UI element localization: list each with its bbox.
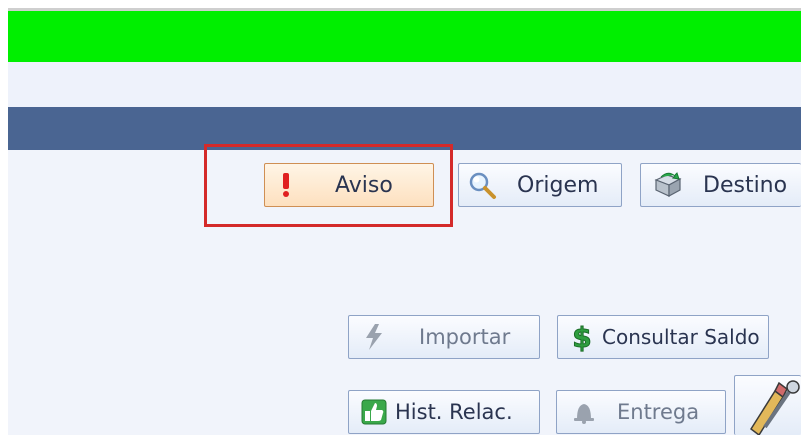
hist-relac-button[interactable]: Hist. Relac.	[348, 390, 540, 434]
importar-button[interactable]: Importar	[348, 315, 540, 359]
window-top-edge	[0, 0, 801, 8]
dollar-icon: $	[570, 322, 594, 352]
consultar-saldo-label: Consultar Saldo	[602, 325, 760, 349]
importar-label: Importar	[419, 325, 511, 349]
page: Aviso Origem Destino Importar $ Consulta…	[0, 0, 801, 435]
lightning-icon	[363, 323, 385, 351]
hist-relac-label: Hist. Relac.	[395, 400, 513, 424]
magnifier-icon	[467, 170, 497, 200]
exclamation-icon	[279, 172, 293, 198]
consultar-saldo-button[interactable]: $ Consultar Saldo	[557, 315, 769, 359]
entrega-label: Entrega	[617, 400, 700, 424]
map-arrow-icon	[653, 170, 683, 200]
header-band	[8, 62, 801, 107]
origem-button[interactable]: Origem	[458, 163, 622, 207]
window-left-edge	[0, 0, 8, 435]
destino-button[interactable]: Destino	[640, 163, 801, 207]
destino-label: Destino	[703, 172, 788, 198]
status-color-bar	[8, 8, 801, 62]
section-header-bar	[8, 107, 801, 150]
origem-label: Origem	[517, 172, 599, 198]
aviso-button[interactable]: Aviso	[264, 163, 434, 207]
aviso-label: Aviso	[335, 172, 393, 198]
bell-icon	[571, 399, 597, 425]
entrega-button[interactable]: Entrega	[556, 390, 726, 434]
thumbs-up-icon	[361, 399, 387, 425]
tools-button[interactable]	[734, 375, 801, 435]
pencil-tools-icon	[745, 377, 801, 435]
svg-text:$: $	[572, 322, 591, 352]
